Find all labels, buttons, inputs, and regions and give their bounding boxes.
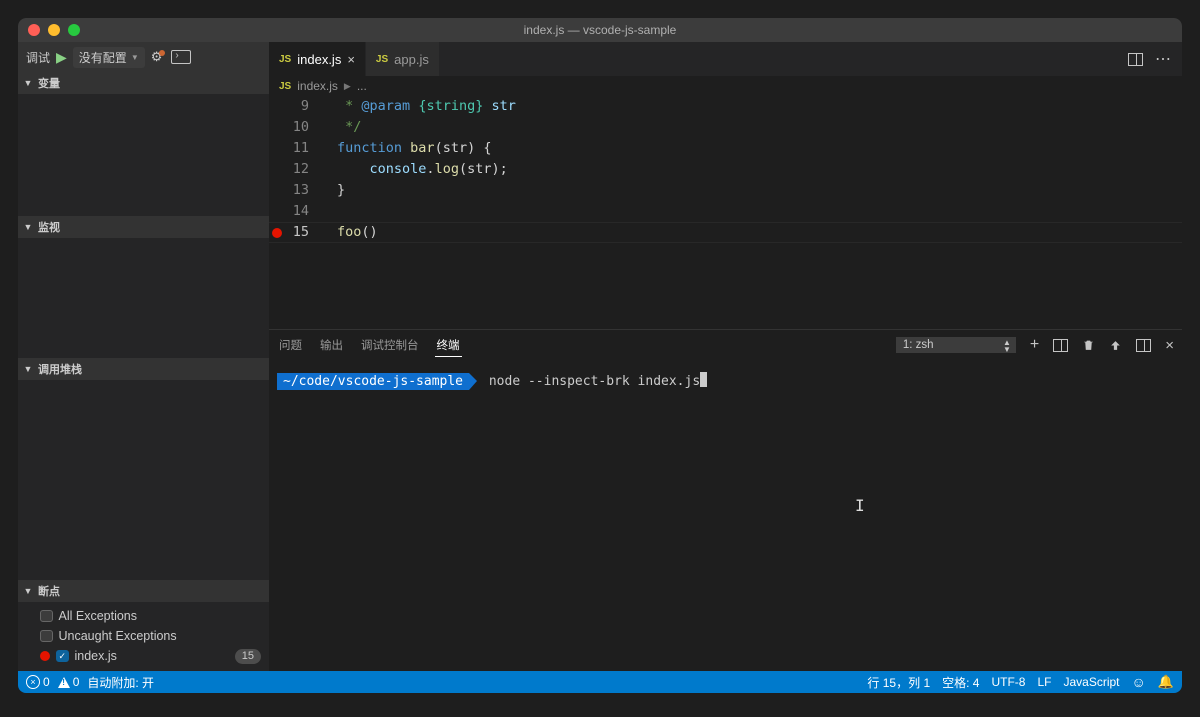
debug-label: 调试: [26, 49, 50, 66]
sidebar: 调试 ▶ 没有配置 ▼ ⚙ ▼ 变量 ▼ 监视: [18, 42, 269, 671]
debug-config-gear[interactable]: ⚙: [151, 49, 166, 65]
debug-console-icon[interactable]: [171, 50, 191, 64]
start-debug-button[interactable]: ▶: [56, 49, 67, 66]
section-variables-label: 变量: [38, 75, 60, 91]
gear-dot-indicator: [159, 50, 165, 56]
section-variables: [18, 94, 269, 216]
breakpoint-label: Uncaught Exceptions: [59, 629, 177, 643]
tab-appjs[interactable]: JS app.js: [366, 42, 440, 76]
tab-label: app.js: [394, 52, 429, 67]
js-file-icon: JS: [376, 54, 388, 65]
breakpoint-item-all-exceptions[interactable]: All Exceptions: [18, 606, 269, 626]
breakpoint-dot-icon: [40, 651, 50, 661]
chevron-down-icon: ▼: [22, 364, 34, 374]
terminal-command: node --inspect-brk index.js: [489, 374, 700, 389]
breakpoint-line-badge: 15: [235, 649, 261, 664]
panel-tab-output[interactable]: 输出: [318, 334, 345, 356]
chevron-down-icon: ▼: [22, 222, 34, 232]
body: 调试 ▶ 没有配置 ▼ ⚙ ▼ 变量 ▼ 监视: [18, 42, 1182, 671]
debug-config-value: 没有配置: [79, 49, 127, 66]
section-breakpoints-label: 断点: [38, 583, 60, 599]
debug-toolbar: 调试 ▶ 没有配置 ▼ ⚙: [18, 42, 269, 72]
section-breakpoints-header[interactable]: ▼ 断点: [18, 580, 269, 602]
maximize-panel-button[interactable]: [1109, 339, 1122, 352]
more-actions-icon[interactable]: ⋯: [1155, 49, 1172, 69]
checkbox[interactable]: [40, 630, 53, 643]
status-spaces[interactable]: 空格: 4: [942, 674, 979, 691]
terminal-selector[interactable]: 1: zsh ▲▼: [896, 337, 1016, 353]
editor-group: JS index.js × JS app.js ⋯ JS index.js ▶: [269, 42, 1182, 671]
section-callstack-label: 调用堆栈: [38, 361, 82, 377]
close-tab-icon[interactable]: ×: [347, 52, 355, 67]
chevron-right-icon: ▶: [344, 81, 351, 92]
terminal-prompt-path: ~/code/vscode-js-sample: [277, 373, 469, 390]
status-warnings[interactable]: 0: [58, 675, 80, 689]
terminal[interactable]: ~/code/vscode-js-sample node --inspect-b…: [269, 360, 1182, 671]
select-arrows-icon: ▲▼: [1003, 339, 1011, 353]
panel-tab-terminal[interactable]: 终端: [435, 334, 462, 357]
new-terminal-button[interactable]: +: [1030, 336, 1039, 354]
breadcrumb-symbol: ...: [357, 79, 367, 93]
section-variables-header[interactable]: ▼ 变量: [18, 72, 269, 94]
section-watch-header[interactable]: ▼ 监视: [18, 216, 269, 238]
line-numbers: 9 10 11 12 13 14 15: [285, 96, 321, 329]
breadcrumb-file: index.js: [297, 79, 338, 93]
text-cursor-icon: I: [855, 496, 865, 515]
statusbar: ×0 0 自动附加: 开 行 15，列 1 空格: 4 UTF-8 LF Jav…: [18, 671, 1182, 693]
checkbox[interactable]: [56, 650, 69, 663]
checkbox[interactable]: [40, 610, 53, 623]
window-title: index.js — vscode-js-sample: [18, 23, 1182, 37]
panel-tab-debug-console[interactable]: 调试控制台: [359, 334, 421, 356]
breadcrumb[interactable]: JS index.js ▶ ...: [269, 76, 1182, 96]
feedback-icon[interactable]: ☺: [1132, 674, 1146, 690]
panel-tab-problems[interactable]: 问题: [277, 334, 304, 356]
status-errors[interactable]: ×0: [26, 675, 50, 689]
chevron-down-icon: ▼: [131, 53, 139, 62]
titlebar: index.js — vscode-js-sample: [18, 18, 1182, 42]
bottom-panel: 问题 输出 调试控制台 终端 1: zsh ▲▼ +: [269, 329, 1182, 671]
notifications-icon[interactable]: 🔔: [1158, 674, 1174, 690]
debug-config-select[interactable]: 没有配置 ▼: [73, 47, 145, 68]
kill-terminal-button[interactable]: [1082, 338, 1095, 352]
prompt-arrow-icon: [469, 373, 477, 390]
section-watch-label: 监视: [38, 219, 60, 235]
status-encoding[interactable]: UTF-8: [991, 675, 1025, 689]
tabbar: JS index.js × JS app.js ⋯: [269, 42, 1182, 76]
breakpoint-item-uncaught-exceptions[interactable]: Uncaught Exceptions: [18, 626, 269, 646]
chevron-down-icon: ▼: [22, 586, 34, 596]
toggle-panel-button[interactable]: [1136, 339, 1151, 352]
status-auto-attach[interactable]: 自动附加: 开: [87, 674, 154, 691]
status-language[interactable]: JavaScript: [1063, 675, 1119, 689]
close-panel-button[interactable]: ×: [1165, 337, 1174, 354]
panel-tabs: 问题 输出 调试控制台 终端 1: zsh ▲▼ +: [269, 330, 1182, 360]
split-terminal-button[interactable]: [1053, 339, 1068, 352]
window: index.js — vscode-js-sample 调试 ▶ 没有配置 ▼ …: [18, 18, 1182, 693]
section-watch: [18, 238, 269, 358]
chevron-down-icon: ▼: [22, 78, 34, 88]
code-content[interactable]: * @param {string} str */ function bar(st…: [321, 96, 1182, 329]
js-file-icon: JS: [279, 54, 291, 65]
status-ln-col[interactable]: 行 15，列 1: [867, 674, 930, 691]
breakpoint-label: index.js: [75, 649, 117, 663]
split-editor-icon[interactable]: [1128, 53, 1143, 66]
tab-label: index.js: [297, 52, 341, 67]
editor[interactable]: 9 10 11 12 13 14 15 * @param {string} st…: [269, 96, 1182, 329]
breakpoint-item-file[interactable]: index.js 15: [18, 646, 269, 666]
tab-indexjs[interactable]: JS index.js ×: [269, 42, 366, 76]
js-file-icon: JS: [279, 81, 291, 92]
section-breakpoints: All Exceptions Uncaught Exceptions index…: [18, 602, 269, 668]
terminal-cursor: [700, 372, 707, 387]
terminal-selector-value: 1: zsh: [903, 339, 934, 351]
section-callstack-header[interactable]: ▼ 调用堆栈: [18, 358, 269, 380]
breakpoint-gutter[interactable]: [269, 96, 285, 329]
breakpoint-label: All Exceptions: [59, 609, 138, 623]
status-eol[interactable]: LF: [1037, 675, 1051, 689]
section-callstack: [18, 380, 269, 580]
